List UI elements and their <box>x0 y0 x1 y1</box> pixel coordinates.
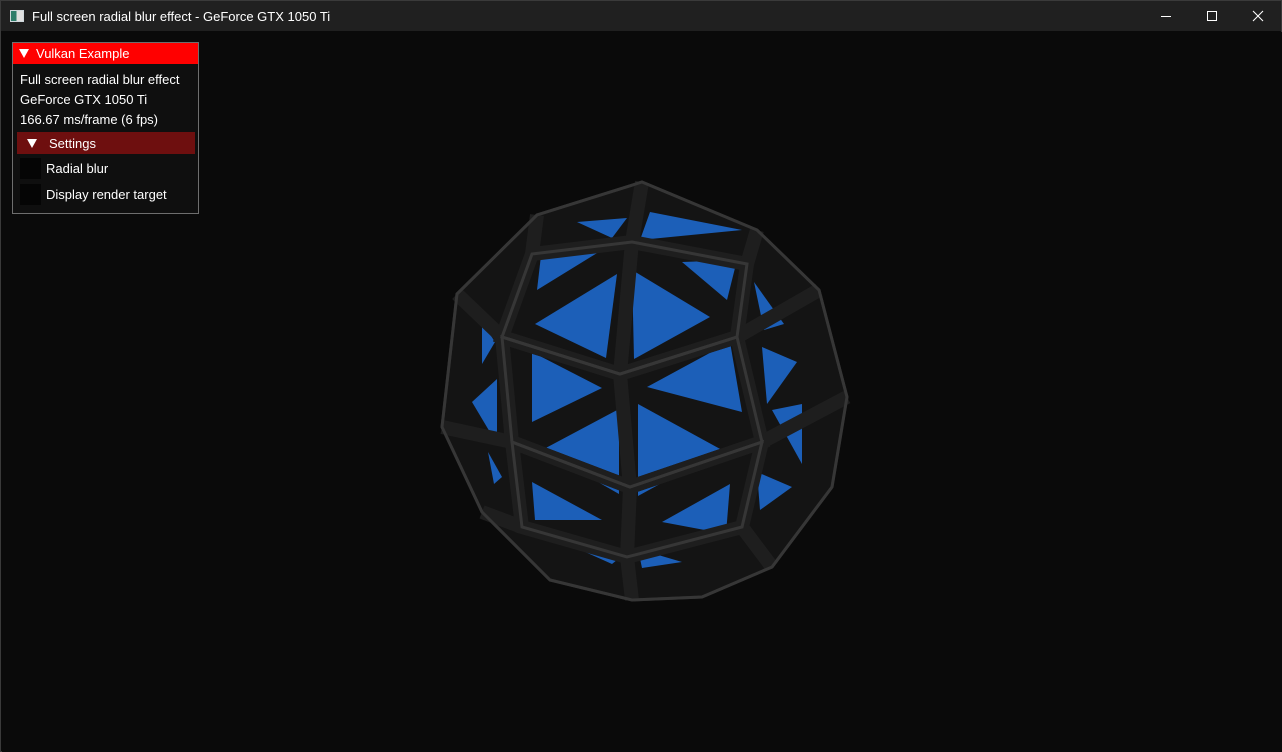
app-window: Full screen radial blur effect - GeForce… <box>0 0 1282 752</box>
vulkan-example-panel[interactable]: Vulkan Example Full screen radial blur e… <box>12 42 199 214</box>
maximize-button[interactable] <box>1189 1 1235 31</box>
radial-blur-checkbox[interactable] <box>20 158 41 179</box>
settings-header[interactable]: Settings <box>17 132 195 154</box>
maximize-icon <box>1207 11 1217 21</box>
display-render-target-label[interactable]: Display render target <box>46 187 167 202</box>
close-button[interactable] <box>1235 1 1281 31</box>
settings-title: Settings <box>49 135 96 151</box>
frame-time: 166.67 ms/frame (6 fps) <box>20 112 158 127</box>
gpu-name: GeForce GTX 1050 Ti <box>20 92 148 107</box>
radial-blur-row[interactable]: Radial blur <box>20 158 108 179</box>
display-render-target-row[interactable]: Display render target <box>20 184 167 205</box>
window-title: Full screen radial blur effect - GeForce… <box>32 8 331 24</box>
settings-collapse-triangle-icon[interactable] <box>27 138 37 148</box>
minimize-icon <box>1161 16 1171 17</box>
minimize-button[interactable] <box>1143 1 1189 31</box>
collapse-triangle-icon[interactable] <box>19 49 29 58</box>
close-icon <box>1252 10 1264 22</box>
window-controls <box>1143 1 1281 31</box>
panel-header[interactable]: Vulkan Example <box>13 43 198 64</box>
title-bar[interactable]: Full screen radial blur effect - GeForce… <box>1 1 1281 31</box>
app-icon <box>10 10 24 22</box>
radial-blur-label[interactable]: Radial blur <box>46 161 108 176</box>
panel-title: Vulkan Example <box>36 46 130 61</box>
display-render-target-checkbox[interactable] <box>20 184 41 205</box>
example-name: Full screen radial blur effect <box>20 72 180 87</box>
